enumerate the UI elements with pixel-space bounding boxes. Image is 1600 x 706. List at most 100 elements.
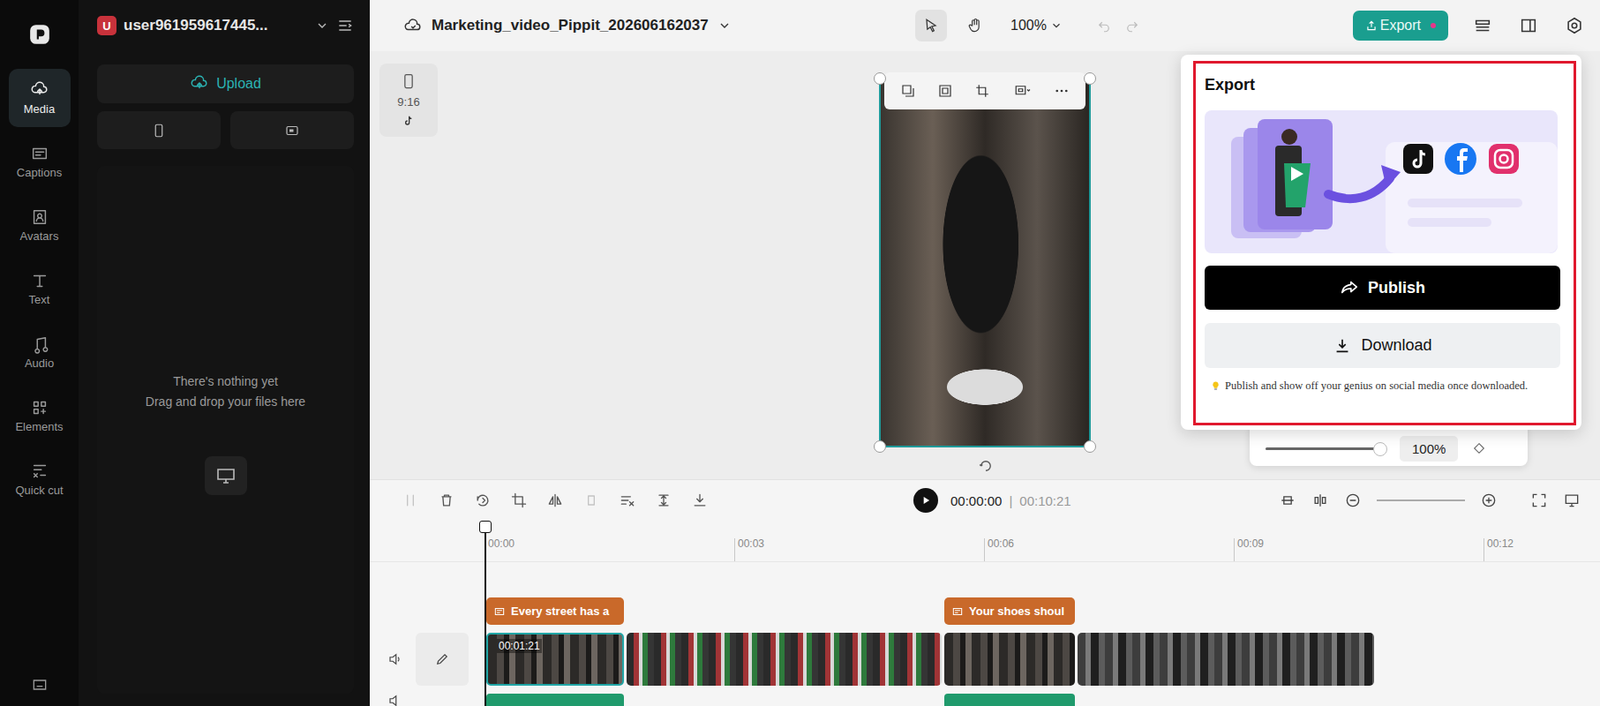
edit-tool-icon[interactable]: [691, 491, 709, 510]
cloud-icon: [403, 15, 423, 36]
edit-tool-icon[interactable]: [401, 491, 420, 510]
caption-icon: [493, 605, 506, 618]
settings-icon[interactable]: [1564, 15, 1585, 36]
tracks: Every street has a Your shoes shoul 00:01:…: [369, 562, 1600, 706]
project-title-group[interactable]: Marketing_video_Pippit_202606162037: [403, 15, 872, 36]
video-clip[interactable]: [1077, 632, 1375, 686]
download-label: Download: [1360, 336, 1432, 355]
export-label: Export: [1380, 17, 1421, 34]
upload-button[interactable]: Upload: [97, 64, 354, 104]
sidebar-item[interactable]: Quick cut: [8, 450, 71, 509]
video-clip[interactable]: [944, 632, 1075, 686]
sidebar-item[interactable]: Audio: [8, 323, 71, 382]
speaker-icon[interactable]: [387, 692, 404, 706]
sidebar-item-label: Text: [29, 293, 51, 308]
pointer-icon: [922, 16, 940, 35]
time-ruler: 00:0000:0300:0600:0900:12: [369, 520, 1600, 563]
split-icon[interactable]: [1311, 491, 1330, 510]
snap-icon[interactable]: [1278, 491, 1297, 510]
cover-button[interactable]: [415, 632, 469, 686]
resize-handle[interactable]: [873, 72, 887, 85]
edit-tool-icon[interactable]: [473, 491, 492, 510]
video-lane: 00:01:21: [484, 632, 1600, 686]
play-button[interactable]: [913, 488, 939, 513]
fullscreen-icon[interactable]: [1530, 491, 1548, 510]
sidebar-item[interactable]: Avatars: [8, 195, 71, 255]
video-clip[interactable]: [626, 632, 942, 686]
sidebar-item[interactable]: Media: [8, 68, 71, 128]
replace-icon[interactable]: [900, 82, 917, 99]
speaker-icon[interactable]: [387, 651, 404, 668]
zoom-slider-fill: [1265, 447, 1380, 451]
sidebar-item[interactable]: Text: [8, 259, 71, 318]
video-frame[interactable]: [878, 77, 1091, 448]
hand-tool[interactable]: [959, 9, 992, 42]
zoom-select[interactable]: 100%: [1010, 17, 1063, 34]
account-bar[interactable]: Uuser961959617445...: [97, 0, 354, 52]
undo-icon[interactable]: [1096, 17, 1112, 34]
sidebar-item-icon: [30, 207, 50, 227]
phone-upload-button[interactable]: [97, 111, 221, 150]
edit-tool-icon[interactable]: [582, 491, 601, 510]
track-gutter: [369, 632, 485, 686]
video-track: 00:01:21: [369, 632, 1600, 686]
edit-tool-icon[interactable]: [618, 491, 637, 510]
video-clip[interactable]: 00:01:21: [486, 632, 624, 686]
audio-clip[interactable]: [486, 693, 624, 706]
fit-icon[interactable]: [937, 82, 954, 99]
download-button[interactable]: Download: [1204, 323, 1561, 369]
sidebar-item[interactable]: Elements: [8, 386, 71, 445]
redo-icon[interactable]: [1124, 17, 1141, 34]
caption-clip[interactable]: Every street has a: [486, 597, 624, 625]
zoom-reading[interactable]: 100%: [1399, 435, 1458, 462]
export-hint-text: Publish and show off your genius on soci…: [1224, 379, 1528, 393]
ruler-tick: 00:06: [984, 538, 1234, 562]
preview-icon[interactable]: [1562, 491, 1581, 510]
aspect-panel[interactable]: 9:16: [379, 63, 438, 137]
cloud-upload-icon: [189, 74, 210, 94]
caption-clip[interactable]: Your shoes shoul: [944, 597, 1075, 625]
play-icon: [919, 494, 932, 507]
monitor-button[interactable]: [204, 456, 248, 496]
edit-tool-icon[interactable]: [654, 491, 673, 510]
sidebar-item-label: Media: [23, 103, 55, 117]
computer-upload-button[interactable]: [230, 111, 354, 150]
edit-tool-icon[interactable]: [546, 491, 564, 510]
edit-tool-icon[interactable]: [510, 491, 528, 510]
edit-tool-icon[interactable]: [437, 491, 456, 510]
zoom-in-icon[interactable]: [1479, 491, 1498, 510]
panel-icon[interactable]: [1518, 15, 1539, 36]
caption-text: Your shoes shoul: [969, 604, 1065, 618]
sidebar-item[interactable]: Captions: [8, 132, 71, 191]
sidebar-item-icon: [30, 398, 50, 418]
resize-handle[interactable]: [1083, 72, 1097, 85]
view-tools: [1278, 491, 1581, 510]
download-icon: [1332, 336, 1353, 356]
publish-label: Publish: [1367, 278, 1426, 298]
menu-icon[interactable]: [336, 16, 354, 35]
publish-button[interactable]: Publish: [1204, 265, 1561, 310]
keyframe-icon[interactable]: [1472, 441, 1487, 456]
audio-clip[interactable]: [944, 693, 1075, 706]
resize-handle[interactable]: [1083, 440, 1097, 453]
empty-title: There's nothing yet: [172, 371, 278, 392]
more-icon[interactable]: [1053, 82, 1070, 99]
timeline-zoom-slider[interactable]: [1376, 499, 1465, 502]
resize-handle[interactable]: [873, 440, 887, 453]
select-tool[interactable]: [915, 9, 947, 42]
drop-area[interactable]: There's nothing yetDrag and drop your fi…: [97, 165, 354, 694]
rotate-icon[interactable]: [977, 458, 994, 474]
edit-tools: [401, 491, 782, 510]
playhead[interactable]: [484, 520, 487, 706]
ruler-tick: 00:03: [734, 538, 985, 562]
zoom-slider-thumb[interactable]: [1373, 442, 1388, 457]
layers-icon[interactable]: [1472, 15, 1493, 36]
logo[interactable]: [28, 0, 52, 69]
export-button[interactable]: Export: [1352, 10, 1449, 41]
keyboard-icon[interactable]: [30, 676, 49, 694]
zoom-out-icon[interactable]: [1344, 491, 1362, 510]
chevron-down-icon[interactable]: [315, 18, 330, 33]
crop-icon[interactable]: [974, 82, 991, 99]
background-icon[interactable]: [1011, 82, 1033, 99]
zoom-slider[interactable]: [1265, 447, 1386, 451]
